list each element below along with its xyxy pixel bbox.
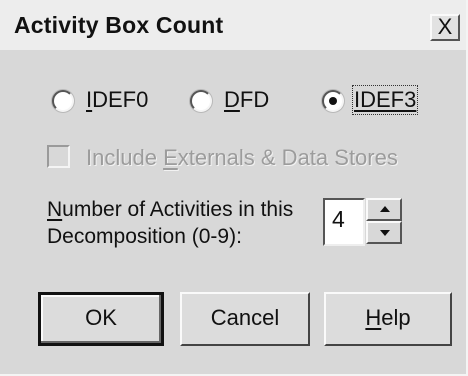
radio-label-idef3[interactable]: IDEF3 <box>351 85 419 115</box>
ok-button[interactable]: OK <box>38 292 164 346</box>
hotkey-letter: N <box>47 198 63 221</box>
activity-box-count-dialog: Activity Box Count X IDEF0 DFD IDEF3 Inc… <box>0 0 468 376</box>
spin-up-button[interactable] <box>366 198 402 221</box>
radio-button-idef0[interactable] <box>52 90 74 112</box>
activities-count-input[interactable]: 4 <box>323 198 365 246</box>
hotkey-letter: H <box>365 305 382 330</box>
label-text: elp <box>381 305 411 330</box>
label-text: Include <box>86 145 164 170</box>
label-text: umber of Activities in this <box>62 198 294 221</box>
include-externals-checkbox[interactable] <box>47 145 70 168</box>
label-text: FD <box>239 87 270 112</box>
close-button[interactable]: X <box>430 14 460 41</box>
hotkey-letter: E <box>163 145 178 170</box>
arrow-down-icon <box>380 230 390 236</box>
radio-label-idef0[interactable]: IDEF0 <box>86 87 148 113</box>
label-text-line2: Decomposition (0-9): <box>47 225 242 248</box>
radio-selected-dot-icon <box>329 97 337 105</box>
label-text: xternals & Data Stores <box>177 145 398 170</box>
help-button[interactable]: Help <box>324 292 452 346</box>
include-externals-label: Include Externals & Data Stores <box>86 145 414 171</box>
close-icon: X <box>437 14 453 39</box>
activities-label: Number of Activities in this Decompositi… <box>47 196 293 250</box>
cancel-button[interactable]: Cancel <box>180 292 310 346</box>
spin-down-button[interactable] <box>366 221 402 244</box>
arrow-up-icon <box>380 206 390 212</box>
window-title: Activity Box Count <box>14 12 224 38</box>
radio-label-dfd[interactable]: DFD <box>224 87 269 113</box>
label-text: IDEF3 <box>354 87 417 112</box>
radio-button-idef3[interactable] <box>322 90 344 112</box>
hotkey-letter: D <box>224 87 240 112</box>
radio-button-dfd[interactable] <box>190 90 212 112</box>
label-text: DEF0 <box>92 87 149 112</box>
title-bar[interactable]: Activity Box Count X <box>0 0 466 50</box>
